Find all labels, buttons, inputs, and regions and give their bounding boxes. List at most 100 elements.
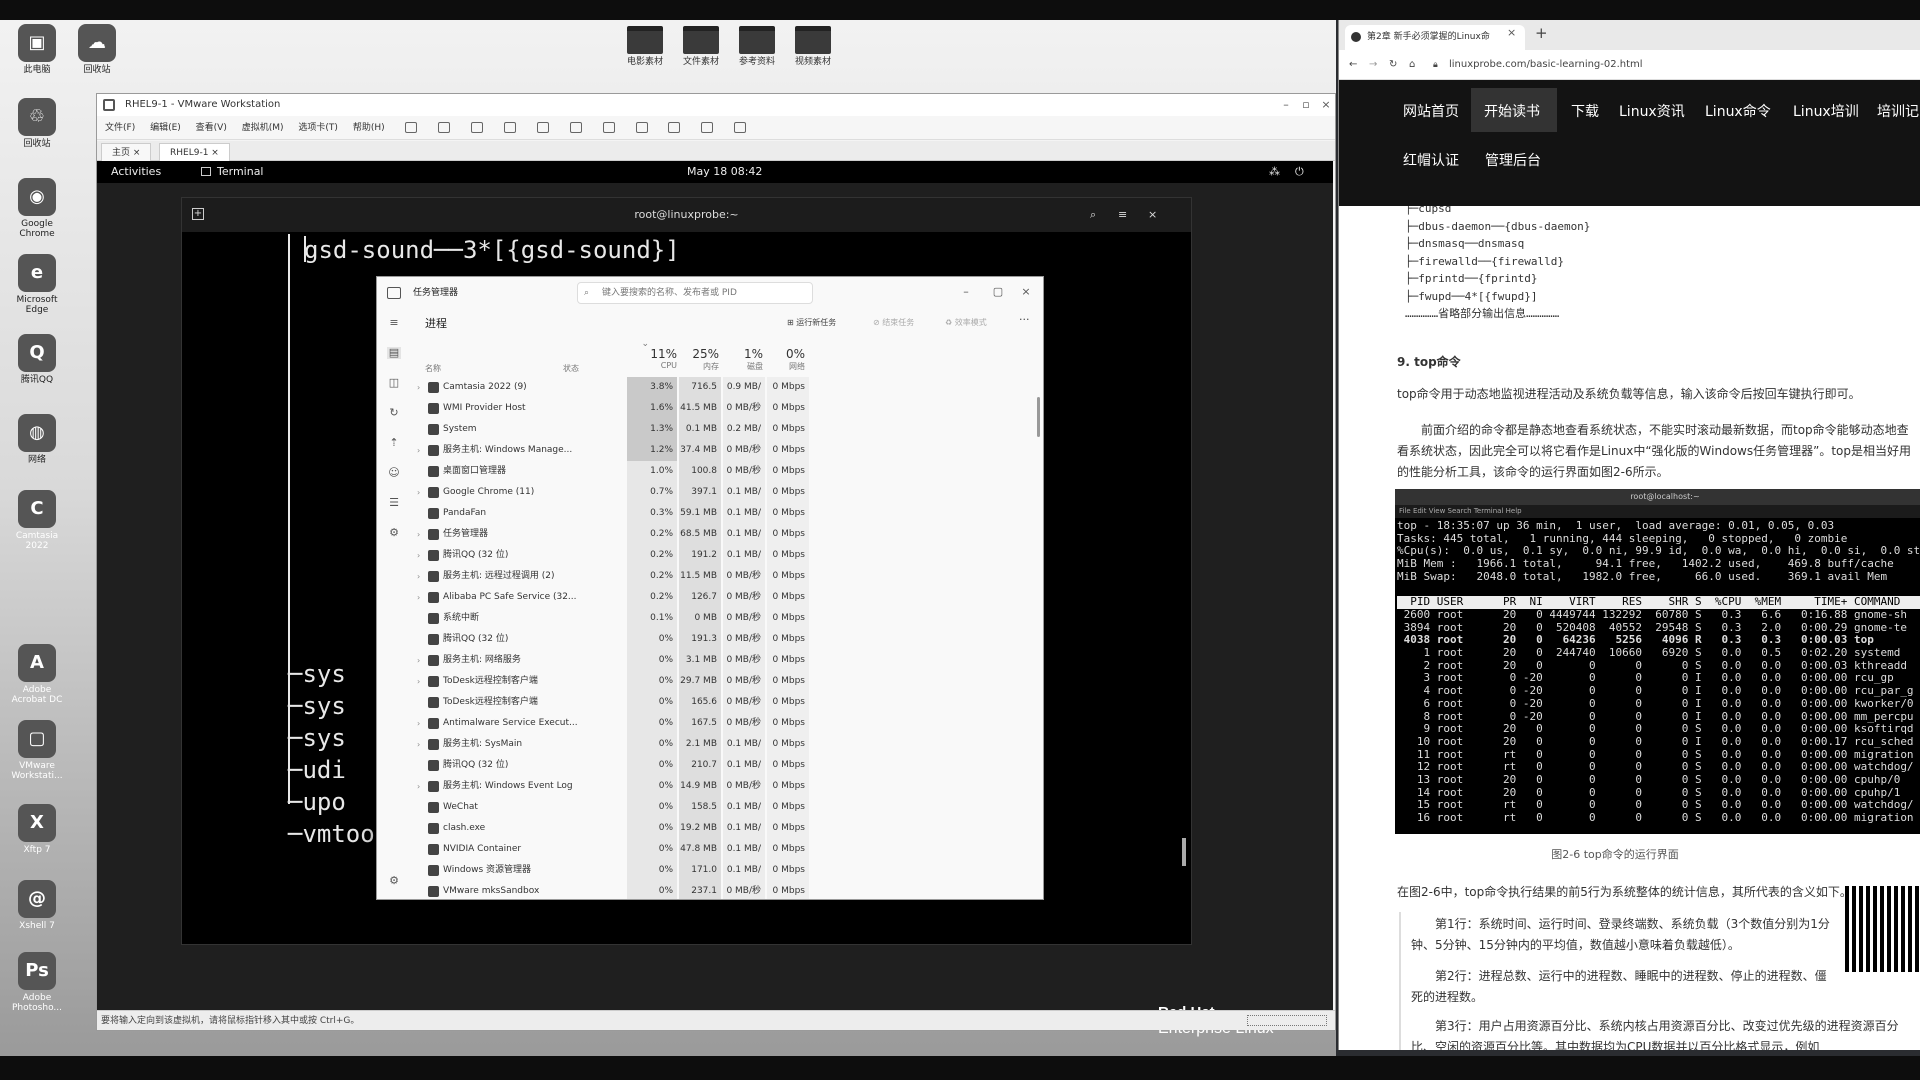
users-icon[interactable]: ☺ xyxy=(387,467,401,479)
process-row[interactable]: WeChat0%158.5 MB0.1 MB/秒0 Mbps xyxy=(413,797,813,839)
maximize-icon[interactable]: ▢ xyxy=(989,281,1007,303)
back-icon[interactable]: ← xyxy=(1349,50,1357,80)
column-disk[interactable]: 1% 磁盘 xyxy=(725,347,763,372)
close-icon[interactable]: × xyxy=(1017,281,1035,303)
process-row[interactable]: System1.3%0.1 MB0.2 MB/秒0 Mbps xyxy=(413,419,813,461)
network-icon[interactable]: ⁂ xyxy=(1269,161,1280,183)
process-row[interactable]: ›Google Chrome (11)0.7%397.1 MB0.1 MB/秒0… xyxy=(413,482,813,524)
tab-close-icon[interactable]: × xyxy=(1507,26,1516,39)
process-row[interactable]: ›任务管理器0.2%68.5 MB0.1 MB/秒0 Mbps xyxy=(413,524,813,566)
desktop-icon[interactable]: ♲ 回收站 xyxy=(6,98,68,149)
menu-view[interactable]: 查看(V) xyxy=(196,123,227,133)
services-icon[interactable]: ⚙ xyxy=(387,527,401,539)
desktop-icon[interactable]: ◉ Google Chrome xyxy=(6,178,68,239)
terminal-app-menu[interactable]: Terminal xyxy=(217,161,264,183)
more-options-button[interactable]: ··· xyxy=(1019,313,1030,326)
nav-start-reading[interactable]: 开始读书 xyxy=(1484,101,1540,121)
minimize-icon[interactable]: – xyxy=(1277,94,1295,116)
scrollbar[interactable] xyxy=(1182,838,1186,866)
processes-icon[interactable]: ▤ xyxy=(387,347,401,359)
new-tab-icon[interactable]: + xyxy=(192,208,204,220)
tab-home[interactable]: 主页 × xyxy=(101,143,152,161)
sidebar-icon[interactable] xyxy=(569,122,582,133)
scrollbar[interactable] xyxy=(1037,397,1040,437)
details-icon[interactable]: ☰ xyxy=(387,497,401,509)
process-row[interactable]: ›服务主机: SysMain0%2.1 MB0.1 MB/秒0 Mbps xyxy=(413,734,813,776)
nav-home[interactable]: 网站首页 xyxy=(1403,101,1459,121)
maximize-icon[interactable]: ▫ xyxy=(1297,94,1315,116)
nav-linux-news[interactable]: Linux资讯 xyxy=(1619,101,1685,121)
desktop-icon[interactable]: @ Xshell 7 xyxy=(6,880,68,931)
clock[interactable]: May 18 08:42 xyxy=(687,161,762,183)
new-tab-icon[interactable]: + xyxy=(1535,24,1548,42)
process-row[interactable]: VMware mksSandbox 0%237.1 MB0 MB/秒0 Mbps xyxy=(413,881,813,899)
process-row[interactable]: PandaFan0.3%59.1 MB0.1 MB/秒0 Mbps xyxy=(413,503,813,545)
power-icon[interactable]: ⏻ xyxy=(1295,161,1304,183)
process-row[interactable]: clash.exe0%19.2 MB0.1 MB/秒0 Mbps xyxy=(413,818,813,860)
desktop-icon[interactable]: A Adobe Acrobat DC xyxy=(6,644,68,705)
column-network[interactable]: 0% 网络 xyxy=(769,347,805,372)
nav-linux-commands[interactable]: Linux命令 xyxy=(1705,101,1771,121)
hamburger-icon[interactable]: ≡ xyxy=(387,317,401,329)
stretch-icon[interactable] xyxy=(734,122,747,133)
process-row[interactable]: ›Antimalware Service Execut...0%167.5 MB… xyxy=(413,713,813,755)
process-row[interactable]: › 服务主机: 远程过程调用 (2) 0.2% 11.5 MB 0 MB/秒 0 Mbps xyxy=(413,566,813,587)
run-new-task-button[interactable]: ⊞ 运行新任务 xyxy=(787,317,836,328)
console-icon[interactable] xyxy=(701,122,714,133)
desktop-icon[interactable]: ☁ 回收站 xyxy=(66,24,128,75)
home-icon[interactable]: ⌂ xyxy=(1409,50,1415,80)
desktop-icon[interactable]: ◍ 网络 xyxy=(6,414,68,465)
process-row[interactable]: ›Camtasia 2022 (9)3.8%716.5 MB0.9 MB/秒0 … xyxy=(413,377,813,419)
process-row[interactable]: WMI Provider Host 1.6% 41.5 MB 0 MB/秒 0 Mbps xyxy=(413,398,813,419)
column-status[interactable]: 状态 xyxy=(563,363,579,374)
startup-icon[interactable]: ⇡ xyxy=(387,437,401,449)
search-icon[interactable]: ⌕ xyxy=(1090,198,1096,232)
activities-button[interactable]: Activities xyxy=(111,161,161,183)
thumbnail-icon[interactable] xyxy=(602,122,615,133)
process-row[interactable]: › Alibaba PC Safe Service (32... 0.2% 126.7… xyxy=(413,587,813,629)
lock-icon[interactable]: 🔒︎ xyxy=(1433,50,1438,80)
close-icon[interactable]: × xyxy=(1317,94,1335,116)
process-row[interactable]: › ToDesk远程控制客户端 0% 29.7 MB 0 MB/秒 0 Mbps xyxy=(413,671,813,692)
desktop-icon[interactable]: e Microsoft Edge xyxy=(6,254,68,315)
column-cpu[interactable]: 11% CPU xyxy=(637,347,677,370)
nav-redhat-cert[interactable]: 红帽认证 xyxy=(1403,150,1459,170)
end-task-button[interactable]: ⊘ 结束任务 xyxy=(873,317,914,328)
nav-admin[interactable]: 管理后台 xyxy=(1485,150,1541,170)
revert-snapshot-icon[interactable] xyxy=(504,122,517,133)
send-keys-icon[interactable] xyxy=(438,122,451,133)
process-row[interactable]: › 服务主机: Windows Event Log 0% 14.9 MB 0 MB/秒 0… xyxy=(413,776,813,797)
unity-icon[interactable] xyxy=(668,122,681,133)
snapshot-icon[interactable] xyxy=(471,122,484,133)
process-row[interactable]: › 服务主机: Windows Manage... 1.2% 37.4 MB 0 MB/… xyxy=(413,440,813,461)
manage-snapshots-icon[interactable] xyxy=(536,122,549,133)
desktop-icon[interactable]: C Camtasia 2022 xyxy=(6,490,68,551)
menu-icon[interactable]: ≡ xyxy=(1118,198,1127,232)
nav-linux-training[interactable]: Linux培训 xyxy=(1793,101,1859,121)
menu-tabs[interactable]: 选项卡(T) xyxy=(298,123,338,133)
desktop-folder[interactable]: 文件素材 xyxy=(670,26,732,67)
search-input[interactable]: ⌕ 键入要搜索的名称、发布者或 PID xyxy=(577,282,813,304)
process-row[interactable]: Windows 资源管理器0%171.0 MB0.1 MB/秒0 Mbps xyxy=(413,860,813,899)
process-row[interactable]: ToDesk远程控制客户端0%165.6 MB0 MB/秒0 Mbps xyxy=(413,692,813,734)
menu-file[interactable]: 文件(F) xyxy=(105,123,135,133)
process-row[interactable]: 桌面窗口管理器1.0%100.8 MB0 MB/秒0 Mbps xyxy=(413,461,813,503)
desktop-folder[interactable]: 视频素材 xyxy=(782,26,844,67)
process-row[interactable]: 系统中断 0.1% 0 MB 0 MB/秒 0 Mbps xyxy=(413,608,813,629)
menu-vm[interactable]: 虚拟机(M) xyxy=(242,123,284,133)
browser-tab[interactable]: 第2章 新手必须掌握的Linux命 xyxy=(1345,25,1525,50)
reload-icon[interactable]: ↻ xyxy=(1389,50,1397,80)
process-row[interactable]: 腾讯QQ (32 位)0%191.3 MB0 MB/秒0 Mbps xyxy=(413,629,813,671)
app-history-icon[interactable]: ↻ xyxy=(387,407,401,419)
desktop-folder[interactable]: 电影素材 xyxy=(614,26,676,67)
nav-download[interactable]: 下载 xyxy=(1571,101,1599,121)
desktop-icon[interactable]: ▢ VMware Workstati... xyxy=(6,720,68,781)
desktop-folder[interactable]: 参考资料 xyxy=(726,26,788,67)
forward-icon[interactable]: → xyxy=(1369,50,1377,80)
menu-edit[interactable]: 编辑(E) xyxy=(150,123,181,133)
column-memory[interactable]: 25% 内存 xyxy=(679,347,719,372)
close-icon[interactable]: × xyxy=(1148,198,1157,232)
efficiency-mode-button[interactable]: ♻ 效率模式 xyxy=(945,317,987,328)
menu-help[interactable]: 帮助(H) xyxy=(353,123,385,133)
desktop-icon[interactable]: Ps Adobe Photosho... xyxy=(6,952,68,1013)
